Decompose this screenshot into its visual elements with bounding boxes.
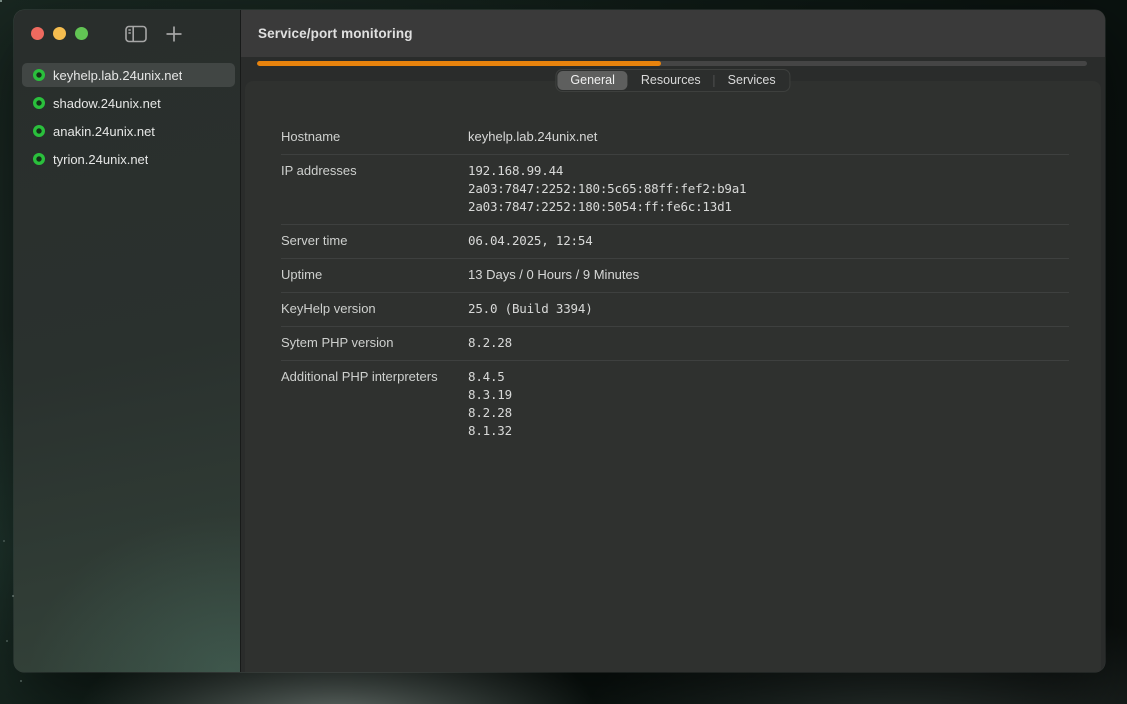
row-value: 8.2.28: [468, 334, 512, 352]
table-row-keyhelp-version: KeyHelp version 25.0 (Build 3394): [281, 293, 1069, 327]
row-label: Additional PHP interpreters: [281, 368, 468, 386]
wallpaper-speckles: [0, 0, 2, 2]
status-online-icon: [33, 69, 45, 81]
server-name: shadow.24unix.net: [53, 96, 161, 111]
table-row-server-time: Server time 06.04.2025, 12:54: [281, 225, 1069, 259]
row-label: Hostname: [281, 128, 468, 146]
server-name: tyrion.24unix.net: [53, 152, 148, 167]
add-server-button[interactable]: [160, 20, 188, 48]
row-value: keyhelp.lab.24unix.net: [468, 128, 597, 146]
server-name: keyhelp.lab.24unix.net: [53, 68, 182, 83]
status-online-icon: [33, 125, 45, 137]
minimize-window-button[interactable]: [53, 27, 66, 40]
sidebar: keyhelp.lab.24unix.net shadow.24unix.net…: [14, 10, 240, 672]
sidebar-item-tyrion[interactable]: tyrion.24unix.net: [22, 147, 235, 171]
details-table: Hostname keyhelp.lab.24unix.net IP addre…: [245, 81, 1101, 448]
zoom-window-button[interactable]: [75, 27, 88, 40]
row-label: Sytem PHP version: [281, 334, 468, 352]
progress-bar: [257, 61, 1087, 66]
row-label: IP addresses: [281, 162, 468, 180]
tab-services[interactable]: Services: [715, 71, 789, 90]
progress-fill: [257, 61, 661, 66]
server-list: keyhelp.lab.24unix.net shadow.24unix.net…: [14, 63, 240, 175]
row-label: KeyHelp version: [281, 300, 468, 318]
titlebar: Service/port monitoring: [241, 10, 1105, 57]
page-title: Service/port monitoring: [258, 26, 413, 41]
row-value: 25.0 (Build 3394): [468, 300, 593, 318]
row-value: 06.04.2025, 12:54: [468, 232, 593, 250]
window-controls: [14, 10, 240, 57]
row-label: Uptime: [281, 266, 468, 284]
status-online-icon: [33, 97, 45, 109]
row-value: 13 Days / 0 Hours / 9 Minutes: [468, 266, 639, 284]
main-area: Service/port monitoring General Resource…: [240, 10, 1105, 672]
row-value: 192.168.99.44 2a03:7847:2252:180:5c65:88…: [468, 162, 746, 216]
tab-resources[interactable]: Resources: [628, 71, 714, 90]
tab-general[interactable]: General: [557, 71, 627, 90]
table-row-hostname: Hostname keyhelp.lab.24unix.net: [281, 121, 1069, 155]
toggle-sidebar-button[interactable]: [122, 20, 150, 48]
row-label: Server time: [281, 232, 468, 250]
status-online-icon: [33, 153, 45, 165]
table-row-ip-addresses: IP addresses 192.168.99.44 2a03:7847:225…: [281, 155, 1069, 225]
row-value: 8.4.5 8.3.19 8.2.28 8.1.32: [468, 368, 512, 440]
server-name: anakin.24unix.net: [53, 124, 155, 139]
table-row-uptime: Uptime 13 Days / 0 Hours / 9 Minutes: [281, 259, 1069, 293]
plus-icon: [165, 25, 183, 43]
table-row-additional-php-interpreters: Additional PHP interpreters 8.4.5 8.3.19…: [281, 361, 1069, 448]
close-window-button[interactable]: [31, 27, 44, 40]
sidebar-item-keyhelp[interactable]: keyhelp.lab.24unix.net: [22, 63, 235, 87]
table-row-system-php-version: Sytem PHP version 8.2.28: [281, 327, 1069, 361]
sidebar-item-shadow[interactable]: shadow.24unix.net: [22, 91, 235, 115]
sidebar-icon: [125, 25, 147, 43]
tab-bar: General Resources Services: [555, 69, 790, 92]
sidebar-item-anakin[interactable]: anakin.24unix.net: [22, 119, 235, 143]
app-window: keyhelp.lab.24unix.net shadow.24unix.net…: [14, 10, 1105, 672]
